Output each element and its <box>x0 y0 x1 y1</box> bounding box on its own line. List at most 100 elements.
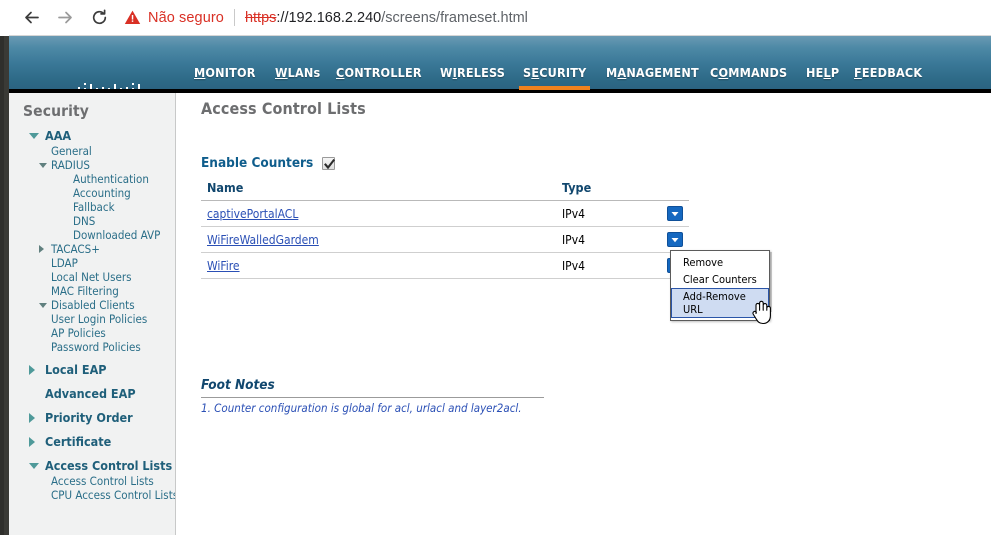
acl-name-link[interactable]: WiFire <box>207 259 240 273</box>
sidebar-item-user-login-policies[interactable]: User Login Policies <box>9 312 175 326</box>
sidebar-item-downloaded-avp[interactable]: Downloaded AVP <box>9 228 175 242</box>
omnibox-divider <box>233 9 235 26</box>
sidebar-item-ldap[interactable]: LDAP <box>9 256 175 270</box>
caret-down-icon[interactable] <box>29 463 39 469</box>
sidebar-item-label: TACACS+ <box>51 242 100 256</box>
nav-item-security[interactable]: SECURITY <box>523 65 586 80</box>
sidebar-item-priority-order[interactable]: Priority Order <box>9 409 175 426</box>
url-path: /screens/frameset.html <box>381 9 528 26</box>
sidebar-item-label: Advanced EAP <box>45 386 136 401</box>
sidebar-item-local-eap[interactable]: Local EAP <box>9 361 175 378</box>
caret-right-icon[interactable] <box>29 437 35 447</box>
nav-item-controller[interactable]: CONTROLLER <box>336 65 422 80</box>
caret-right-small-icon[interactable] <box>39 245 44 253</box>
sidebar-item-label: Priority Order <box>45 410 133 425</box>
sidebar-item-mac-filtering[interactable]: MAC Filtering <box>9 284 175 298</box>
caret-down-small-icon[interactable] <box>39 163 47 168</box>
cisco-banner: CISCO MONITORWLANsCONTROLLERWIRELESSSECU… <box>9 36 991 89</box>
toolbar-left-edge <box>0 0 9 36</box>
sidebar-item-general[interactable]: General <box>9 144 175 158</box>
nav-item-management[interactable]: MANAGEMENT <box>606 65 699 80</box>
nav-label: COMMANDS <box>710 65 788 80</box>
back-icon[interactable] <box>14 3 48 33</box>
nav-item-wlans[interactable]: WLANs <box>275 65 320 80</box>
sidebar-item-label: User Login Policies <box>51 312 148 326</box>
page-title: Access Control Lists <box>201 99 366 118</box>
sidebar-item-label: Password Policies <box>51 340 141 354</box>
caret-right-icon[interactable] <box>29 365 35 375</box>
sidebar-item-label: Access Control Lists <box>45 458 173 473</box>
url-scheme: https <box>244 9 277 26</box>
sidebar-item-certificate[interactable]: Certificate <box>9 433 175 450</box>
sidebar-item-label: Certificate <box>45 434 112 449</box>
sidebar-item-label: Downloaded AVP <box>73 228 161 242</box>
column-header-actions <box>661 179 689 201</box>
reload-icon[interactable] <box>82 3 116 33</box>
enable-counters-checkbox[interactable] <box>322 156 336 170</box>
cell-type: IPv4 <box>556 200 661 227</box>
nav-label: HELP <box>806 65 840 80</box>
cell-type: IPv4 <box>556 226 661 253</box>
sidebar-item-label: General <box>51 144 92 158</box>
sidebar-item-authentication[interactable]: Authentication <box>9 172 175 186</box>
sidebar-item-list: AAA General RADIUS Authentication Accounting… <box>9 127 175 502</box>
sidebar-item-access-control-lists[interactable]: Access Control Lists <box>9 457 175 474</box>
menu-item-add-remove-url[interactable]: Add-Remove URL <box>671 288 769 318</box>
nav-label: FEEDBACK <box>854 65 923 80</box>
sidebar-item-label: Authentication <box>73 172 149 186</box>
cell-actions <box>661 226 689 253</box>
sidebar-item-advanced-eap[interactable]: Advanced EAP <box>9 385 175 402</box>
sidebar: Security AAA General RADIUS Authentication A… <box>9 93 176 535</box>
caret-down-small-icon[interactable] <box>39 303 47 308</box>
cell-name: WiFire <box>201 252 556 279</box>
security-status-label: Não seguro <box>148 9 224 26</box>
nav-item-monitor[interactable]: MONITOR <box>194 65 256 80</box>
sidebar-item-fallback[interactable]: Fallback <box>9 200 175 214</box>
sidebar-item-label: Disabled Clients <box>51 298 135 312</box>
sidebar-item-label: Local Net Users <box>51 270 132 284</box>
sidebar-item-label: Local EAP <box>45 362 107 377</box>
forward-icon[interactable] <box>48 3 82 33</box>
sidebar-item-label: DNS <box>73 214 96 228</box>
sidebar-item-access-control-lists[interactable]: Access Control Lists <box>9 474 175 488</box>
cell-actions <box>661 200 689 227</box>
sidebar-item-label: CPU Access Control Lists <box>51 488 176 502</box>
window-left-edge-inner <box>0 36 4 535</box>
acl-name-link[interactable]: WiFireWalledGardem <box>207 233 319 247</box>
browser-nav-buttons <box>0 3 116 33</box>
menu-item-remove[interactable]: Remove <box>671 254 769 271</box>
sidebar-item-radius[interactable]: RADIUS <box>9 158 175 172</box>
address-bar[interactable]: Não seguro https://192.168.2.240/screens… <box>124 4 991 32</box>
sidebar-item-cpu-access-control-lists[interactable]: CPU Access Control Lists <box>9 488 175 502</box>
acl-name-link[interactable]: captivePortalACL <box>207 207 298 221</box>
main-content: Access Control Lists Enable Counters Nam… <box>177 93 991 535</box>
cell-name: captivePortalACL <box>201 200 556 227</box>
nav-item-help[interactable]: HELP <box>806 65 839 80</box>
sidebar-item-disabled-clients[interactable]: Disabled Clients <box>9 298 175 312</box>
sidebar-item-label: LDAP <box>51 256 78 270</box>
sidebar-item-password-policies[interactable]: Password Policies <box>9 340 175 354</box>
chevron-down-icon[interactable] <box>667 206 683 221</box>
sidebar-item-dns[interactable]: DNS <box>9 214 175 228</box>
sidebar-item-label: Fallback <box>73 200 115 214</box>
nav-label: WLANs <box>275 65 321 80</box>
sidebar-item-tacacs[interactable]: TACACS+ <box>9 242 175 256</box>
menu-item-clear-counters[interactable]: Clear Counters <box>671 271 769 288</box>
sidebar-item-ap-policies[interactable]: AP Policies <box>9 326 175 340</box>
caret-down-icon[interactable] <box>29 133 39 139</box>
nav-label: MANAGEMENT <box>606 65 699 80</box>
nav-item-wireless[interactable]: WIRELESS <box>440 65 505 80</box>
footnote-item: 1. Counter configuration is global for a… <box>201 401 522 415</box>
sidebar-item-label: Accounting <box>73 186 131 200</box>
row-action-menu: Remove Clear Counters Add-Remove URL <box>670 250 770 321</box>
sidebar-item-accounting[interactable]: Accounting <box>9 186 175 200</box>
footnotes-rule <box>201 397 544 398</box>
nav-item-commands[interactable]: COMMANDS <box>710 65 787 80</box>
chevron-down-icon[interactable] <box>667 232 683 247</box>
nav-item-feedback[interactable]: FEEDBACK <box>854 65 922 80</box>
sidebar-item-aaa[interactable]: AAA <box>9 127 175 144</box>
caret-right-icon[interactable] <box>29 413 35 423</box>
sidebar-item-local-net-users[interactable]: Local Net Users <box>9 270 175 284</box>
column-header-name: Name <box>201 179 556 201</box>
url-text: https://192.168.2.240/screens/frameset.h… <box>245 10 528 26</box>
